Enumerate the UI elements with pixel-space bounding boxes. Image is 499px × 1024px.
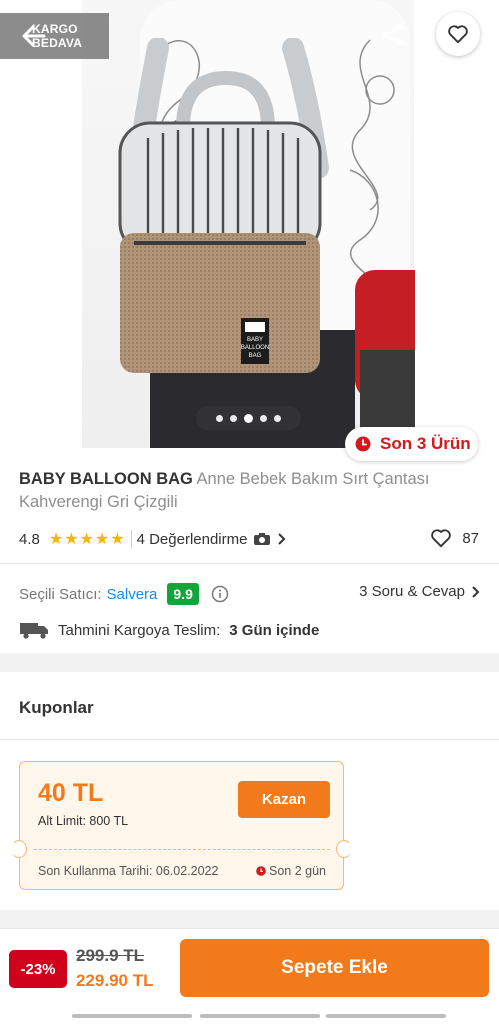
claim-coupon-button[interactable]: Kazan bbox=[238, 781, 330, 818]
reviews-label: 4 Değerlendirme bbox=[136, 530, 248, 548]
rating-value: 4.8 bbox=[19, 530, 40, 548]
nav-gesture-indicator[interactable] bbox=[326, 1014, 446, 1018]
system-navigation-bar bbox=[0, 1010, 499, 1024]
nav-gesture-indicator[interactable] bbox=[200, 1014, 320, 1018]
add-to-cart-button[interactable]: Sepete Ekle bbox=[180, 939, 489, 997]
chevron-right-icon bbox=[472, 585, 480, 598]
pagination-dot[interactable] bbox=[216, 414, 223, 422]
coupon-card[interactable]: 40 TL Alt Limit: 800 TL Kazan Son Kullan… bbox=[11, 761, 352, 890]
clock-icon bbox=[256, 866, 266, 876]
seller-label: Seçili Satıcı: bbox=[19, 585, 102, 603]
discount-badge: -23% bbox=[9, 950, 67, 988]
camera-icon bbox=[254, 533, 271, 545]
questions-answers-link[interactable]: 3 Soru & Cevap bbox=[359, 583, 481, 600]
current-price: 229.90 TL bbox=[76, 971, 154, 990]
coupon-expiry: Son Kullanma Tarihi: 06.02.2022 bbox=[38, 864, 219, 878]
bag-label-text: BABY bbox=[247, 337, 263, 343]
product-page: BABY BALLOON BAG KARGO BEDAVA Son 3 Ürün… bbox=[0, 0, 499, 1024]
heart-outline-icon bbox=[431, 529, 452, 548]
divider bbox=[130, 530, 132, 548]
bag-label-text: BALLOON bbox=[241, 345, 269, 351]
truck-icon bbox=[20, 623, 48, 639]
qa-label: 3 Soru & Cevap bbox=[359, 583, 465, 600]
free-shipping-badge: KARGO BEDAVA bbox=[0, 13, 109, 59]
pagination-dot[interactable] bbox=[274, 414, 281, 422]
gallery-pagination bbox=[196, 406, 301, 430]
heart-icon bbox=[448, 25, 468, 44]
nav-gesture-indicator[interactable] bbox=[72, 1014, 192, 1018]
coupon-notch bbox=[336, 840, 352, 858]
star-rating-icon: ★★★★★ bbox=[48, 531, 126, 548]
pagination-dot[interactable] bbox=[230, 414, 237, 422]
low-stock-badge: Son 3 Ürün bbox=[345, 427, 478, 461]
rating-row: 4.8 ★★★★★ 4 Değerlendirme 87 bbox=[19, 528, 479, 550]
info-icon[interactable] bbox=[211, 585, 229, 603]
chevron-right-icon bbox=[278, 533, 286, 545]
divider bbox=[0, 563, 499, 564]
favorite-count[interactable]: 87 bbox=[430, 528, 479, 548]
seller-name-link[interactable]: Salvera bbox=[107, 586, 158, 603]
clock-icon bbox=[355, 436, 371, 452]
back-arrow-icon[interactable] bbox=[20, 22, 48, 50]
delivery-label: Tahmini Kargoya Teslim: bbox=[58, 621, 221, 639]
pagination-dot-active[interactable] bbox=[244, 413, 253, 423]
delivery-row: Tahmini Kargoya Teslim: 3 Gün içinde bbox=[19, 618, 319, 642]
coupon-remaining-text: Son 2 gün bbox=[269, 864, 326, 878]
backpack-image: BABY BALLOON BAG bbox=[118, 38, 329, 373]
coupons-title: Kuponlar bbox=[19, 698, 94, 717]
favorite-count-value: 87 bbox=[462, 529, 479, 547]
favorite-button[interactable] bbox=[436, 12, 480, 56]
coupon-limit: Alt Limit: 800 TL bbox=[38, 814, 129, 828]
seller-score-badge: 9.9 bbox=[167, 583, 199, 605]
delivery-value: 3 Gün içinde bbox=[229, 621, 320, 639]
divider bbox=[0, 739, 499, 740]
bag-label-text: BAG bbox=[249, 353, 262, 359]
product-image-gallery[interactable]: BABY BALLOON BAG KARGO BEDAVA bbox=[0, 0, 499, 448]
pagination-dot[interactable] bbox=[260, 414, 267, 422]
share-icon[interactable] bbox=[378, 20, 408, 50]
reviews-link[interactable]: 4 Değerlendirme bbox=[137, 531, 288, 548]
bottom-action-bar: -23% 299.9 TL 229.90 TL Sepete Ekle bbox=[0, 928, 499, 1010]
seller-row: Seçili Satıcı: Salvera 9.9 3 Soru & Ceva… bbox=[19, 581, 481, 607]
stock-badge-text: Son 3 Ürün bbox=[380, 434, 471, 453]
coupon-remaining: Son 2 gün bbox=[256, 864, 326, 878]
product-info: BABY BALLOON BAG Anne Bebek Bakım Sırt Ç… bbox=[0, 448, 499, 653]
brand-name[interactable]: BABY BALLOON BAG bbox=[19, 470, 193, 488]
coupon-amount: 40 TL bbox=[38, 779, 104, 807]
coupon-notch bbox=[11, 840, 27, 858]
coupons-section: Kuponlar 40 TL Alt Limit: 800 TL Kazan S… bbox=[0, 672, 499, 910]
old-price: 299.9 TL bbox=[76, 946, 145, 965]
product-title: BABY BALLOON BAG Anne Bebek Bakım Sırt Ç… bbox=[19, 468, 479, 514]
coupon-divider bbox=[34, 849, 330, 850]
